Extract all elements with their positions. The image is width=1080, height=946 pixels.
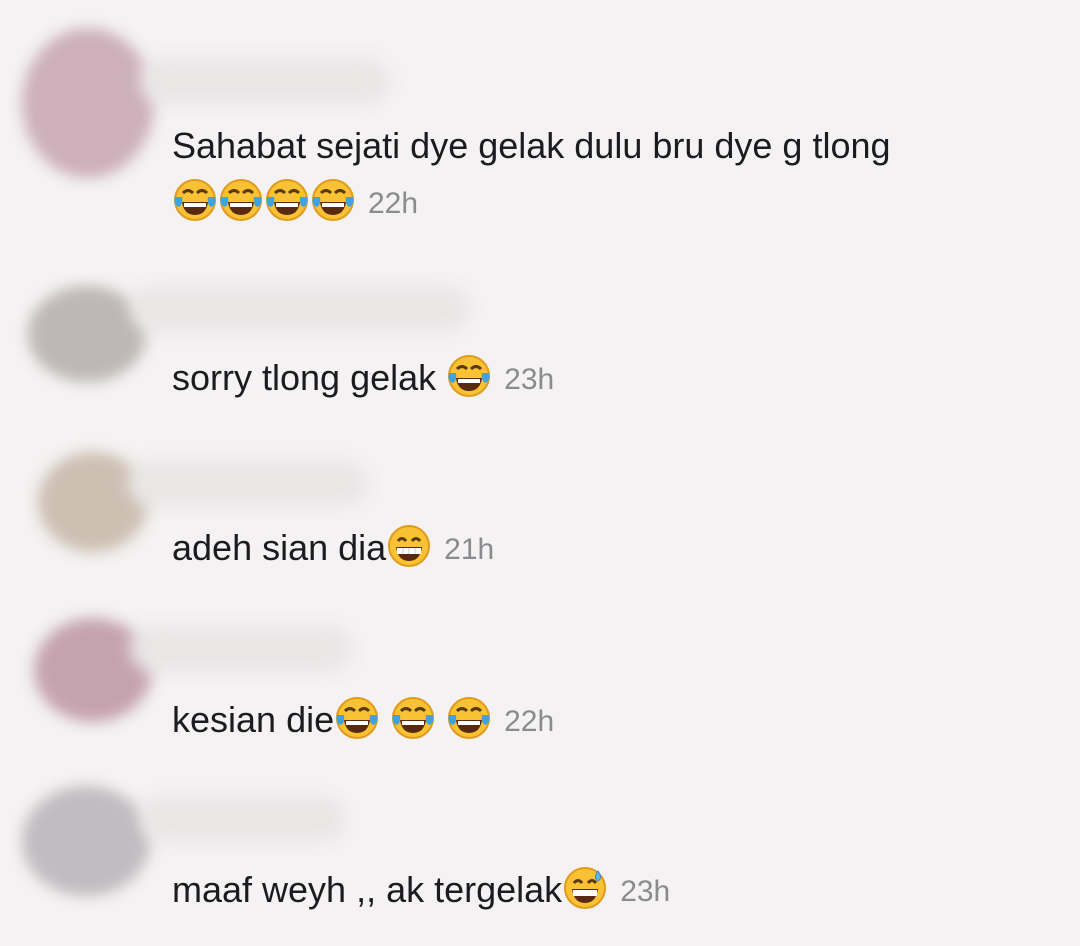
avatar[interactable] <box>38 452 148 552</box>
face-with-tears-of-joy-icon <box>446 353 492 399</box>
grinning-face-with-sweat-icon <box>562 865 608 911</box>
comment-line: kesian die 22h <box>172 695 555 745</box>
username-blurred[interactable] <box>130 626 352 672</box>
face-with-tears-of-joy-icon <box>172 177 218 223</box>
username-blurred[interactable] <box>140 58 390 104</box>
face-with-tears-of-joy-icon <box>334 695 380 741</box>
face-with-tears-of-joy-icon <box>310 177 356 223</box>
comment-text: adeh sian dia <box>172 527 387 568</box>
username-blurred[interactable] <box>128 460 368 506</box>
comment-text: maaf weyh ,, ak tergelak <box>172 869 563 910</box>
username-blurred[interactable] <box>140 796 346 842</box>
avatar[interactable] <box>22 28 154 178</box>
comment-timestamp: 22h <box>368 187 419 221</box>
comment-text: kesian die <box>172 699 335 740</box>
comment-timestamp: 23h <box>504 363 555 397</box>
avatar[interactable] <box>28 286 146 382</box>
comment-meta-line: 22h <box>172 177 419 227</box>
face-with-tears-of-joy-icon <box>218 177 264 223</box>
face-with-tears-of-joy-icon <box>264 177 310 223</box>
grinning-face-with-smiling-eyes-icon <box>386 523 432 569</box>
face-with-tears-of-joy-icon <box>390 695 436 741</box>
comment-line: maaf weyh ,, ak tergelak 23h <box>172 865 671 915</box>
avatar[interactable] <box>22 786 150 896</box>
face-with-tears-of-joy-icon <box>446 695 492 741</box>
comment-text: sorry tlong gelak <box>172 357 447 398</box>
comment-timestamp: 22h <box>504 705 555 739</box>
comment-text: Sahabat sejati dye gelak dulu bru dye g … <box>172 125 891 166</box>
comment-line: sorry tlong gelak 23h <box>172 353 555 403</box>
comment-line: adeh sian dia 21h <box>172 523 495 573</box>
username-blurred[interactable] <box>130 286 470 332</box>
comment-timestamp: 21h <box>444 533 495 567</box>
comment-timestamp: 23h <box>620 875 671 909</box>
